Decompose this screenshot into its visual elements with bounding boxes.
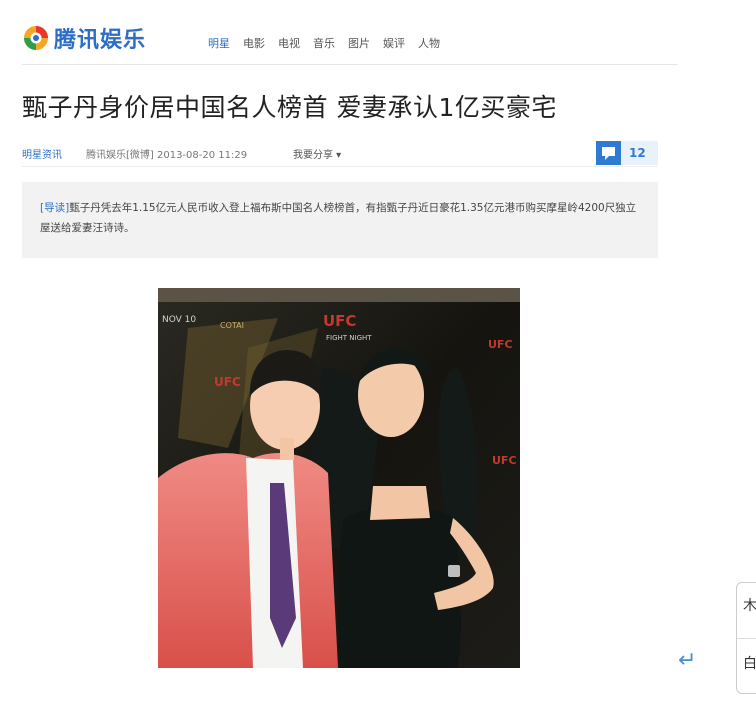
- backdrop-text: UFC: [214, 375, 241, 389]
- backdrop-text: NOV 10: [162, 315, 196, 325]
- share-button[interactable]: 我要分享 ▾: [293, 146, 341, 161]
- side-float-widget[interactable]: 木 白: [736, 582, 756, 694]
- return-icon[interactable]: ↵: [678, 648, 696, 673]
- nav-item-photos[interactable]: 图片: [348, 35, 370, 51]
- site-header: 腾讯娱乐 明星 电影 电视 音乐 图片 娱评 人物: [22, 22, 678, 65]
- article-meta: 明星资讯 腾讯娱乐[微博] 2013-08-20 11:29 我要分享 ▾: [22, 140, 658, 167]
- backdrop-text: COTAI: [220, 321, 244, 330]
- backdrop-text: UFC: [323, 312, 356, 330]
- article-title: 甄子丹身价居中国名人榜首 爱妻承认1亿买豪宅: [22, 93, 557, 122]
- article-summary: [导读]甄子丹凭去年1.15亿元人民币收入登上福布斯中国名人榜榜首，有指甄子丹近…: [22, 182, 658, 258]
- share-label: 我要分享: [293, 150, 333, 161]
- main-nav: 明星 电影 电视 音乐 图片 娱评 人物: [208, 35, 440, 51]
- tencent-logo-icon: [22, 24, 50, 52]
- article-category-link[interactable]: 明星资讯: [22, 146, 62, 161]
- nav-item-tv[interactable]: 电视: [278, 35, 300, 51]
- site-logo[interactable]: 腾讯娱乐: [22, 22, 146, 54]
- backdrop-text: FIGHT NIGHT: [326, 334, 372, 342]
- logo-text: 腾讯娱乐: [54, 28, 147, 53]
- widget-divider: [737, 638, 756, 639]
- summary-text: 甄子丹凭去年1.15亿元人民币收入登上福布斯中国名人榜榜首，有指甄子丹近日豪花1…: [40, 202, 637, 234]
- article-photo-image: NOV 10 COTAI UFC FIGHT NIGHT UFC UFC UFC: [158, 288, 520, 668]
- nav-item-stars[interactable]: 明星: [208, 35, 230, 51]
- comment-count: 12: [629, 146, 646, 160]
- backdrop-text: UFC: [488, 338, 513, 351]
- nav-item-movies[interactable]: 电影: [243, 35, 265, 51]
- nav-item-music[interactable]: 音乐: [313, 35, 335, 51]
- comment-button[interactable]: 12: [596, 141, 658, 165]
- widget-glyph-top[interactable]: 木: [743, 595, 756, 615]
- summary-tag: [导读]: [40, 202, 70, 214]
- article-photo: NOV 10 COTAI UFC FIGHT NIGHT UFC UFC UFC: [158, 288, 520, 668]
- backdrop-text: UFC: [492, 454, 517, 467]
- comment-icon: [596, 141, 621, 165]
- nav-item-people[interactable]: 人物: [418, 35, 440, 51]
- nav-item-reviews[interactable]: 娱评: [383, 35, 405, 51]
- widget-glyph-bottom[interactable]: 白: [743, 653, 756, 673]
- article-source: 腾讯娱乐[微博] 2013-08-20 11:29: [86, 150, 248, 161]
